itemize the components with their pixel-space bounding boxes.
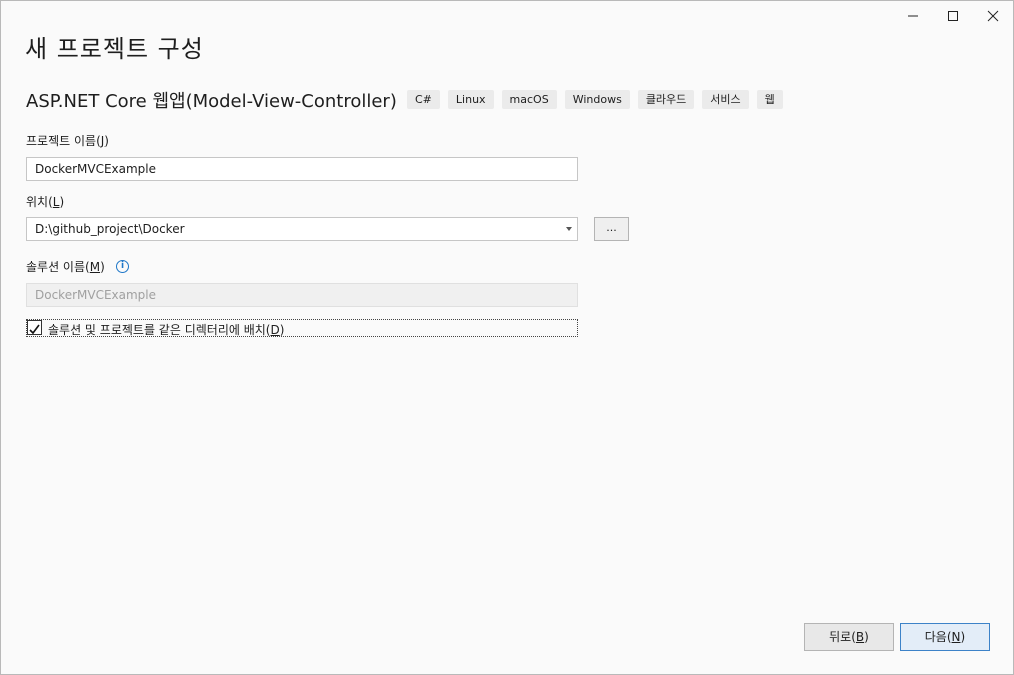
browse-button[interactable]: ... [594, 217, 629, 241]
close-icon [987, 10, 999, 22]
tag-macos: macOS [501, 90, 557, 109]
template-tags: C# Linux macOS Windows 클라우드 서비스 웹 [407, 90, 783, 109]
tag-web: 웹 [756, 90, 783, 109]
dialog-window: 새 프로젝트 구성 ASP.NET Core 웹앱(Model-View-Con… [0, 0, 1014, 675]
minimize-button[interactable] [893, 1, 933, 31]
maximize-icon [948, 11, 958, 21]
template-name: ASP.NET Core 웹앱(Model-View-Controller) [26, 91, 397, 112]
same-directory-option[interactable]: 솔루션 및 프로젝트를 같은 디렉터리에 배치(D) [26, 319, 578, 337]
same-directory-checkbox[interactable] [27, 320, 42, 335]
close-button[interactable] [973, 1, 1013, 31]
project-name-input[interactable]: DockerMVCExample [26, 157, 578, 181]
page-title: 새 프로젝트 구성 [25, 35, 204, 63]
tag-cloud: 클라우드 [637, 90, 695, 109]
back-button[interactable]: 뒤로(B) [804, 623, 894, 651]
tag-csharp: C# [407, 90, 440, 109]
tag-windows: Windows [564, 90, 630, 109]
maximize-button[interactable] [933, 1, 973, 31]
tag-linux: Linux [447, 90, 494, 109]
location-combobox[interactable]: D:\github_project\Docker [26, 217, 578, 241]
same-directory-label: 솔루션 및 프로젝트를 같은 디렉터리에 배치(D) [48, 323, 285, 337]
next-button[interactable]: 다음(N) [900, 623, 990, 651]
location-value: D:\github_project\Docker [35, 222, 185, 236]
checkmark-icon [29, 324, 40, 335]
minimize-icon [908, 15, 918, 17]
project-name-label: 프로젝트 이름(J) [26, 134, 109, 148]
solution-name-input: DockerMVCExample [26, 283, 578, 307]
tag-service: 서비스 [702, 90, 749, 109]
chevron-down-icon[interactable] [566, 227, 572, 231]
info-icon[interactable]: i [116, 260, 129, 273]
location-label: 위치(L) [26, 195, 65, 209]
solution-name-label: 솔루션 이름(M) [26, 260, 105, 274]
